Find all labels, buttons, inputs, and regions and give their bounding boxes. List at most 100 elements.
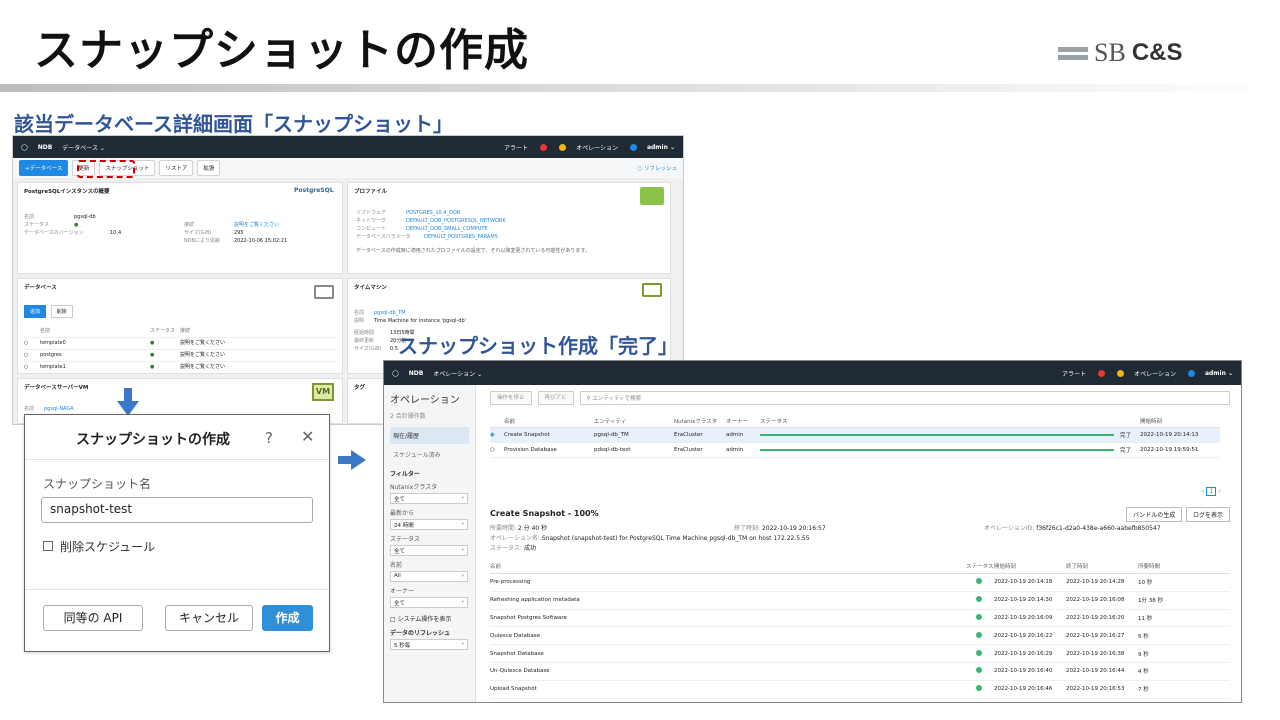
entity-search-input[interactable]: ⚲ エンティティで検索: [579, 391, 1230, 405]
op-cluster: EraCluster: [674, 447, 703, 453]
snapshot-name-input[interactable]: snapshot-test: [41, 497, 313, 523]
sbcs-logo: SB C&S: [1058, 38, 1182, 68]
col-name[interactable]: 名前: [504, 417, 594, 425]
snapshot-highlight-box: [77, 160, 135, 178]
table-row[interactable]: ◉ Create Snapshot pgsql-db_TM EraCluster…: [490, 428, 1220, 443]
tab-extend[interactable]: 拡張: [197, 160, 221, 176]
tab-restore[interactable]: リストア: [159, 160, 194, 176]
filter-name-select[interactable]: All ›: [390, 571, 468, 582]
tm-name-label: 名前: [354, 310, 365, 316]
alert-red-badge[interactable]: [540, 143, 548, 151]
brand: NDB: [37, 143, 53, 151]
ops-badge[interactable]: [629, 143, 637, 151]
ops-label[interactable]: オペレーション: [576, 143, 618, 152]
compute-link[interactable]: DEFAULT_OOB_SMALL_COMPUTE: [406, 225, 488, 233]
success-icon: [976, 649, 982, 656]
logo-bars-icon: [1058, 46, 1088, 60]
tm-last-label: 最終更新: [354, 338, 375, 344]
table-row[interactable]: ○ template1 ● 説明をご覧ください: [24, 362, 336, 373]
alert-yellow-badge[interactable]: [1117, 369, 1125, 377]
stop-op-button[interactable]: 操作を停止: [490, 391, 532, 405]
op-entity: pdsql-db-test: [594, 447, 631, 453]
op-start: 2022-10-19 20:14:13: [1140, 432, 1199, 438]
status-label: ステータス:: [490, 545, 523, 552]
create-button[interactable]: 作成: [262, 605, 313, 631]
postgresql-logo-icon: PostgreSQL: [294, 187, 334, 194]
close-icon[interactable]: ✕: [301, 427, 314, 446]
view-log-button[interactable]: ログを表示: [1186, 507, 1230, 522]
database-server-icon: [314, 285, 334, 299]
nutanix-logo-icon: ◯: [392, 369, 399, 377]
table-row[interactable]: ○ Provision Database pdsql-db-test EraCl…: [490, 443, 1220, 458]
nav-menu[interactable]: データベース ⌄: [62, 143, 105, 152]
param-link[interactable]: DEFAULT_POSTGRES_PARAMS: [424, 233, 498, 241]
slide-title: スナップショットの作成: [34, 25, 529, 76]
chevron-icon: ›: [461, 573, 464, 579]
tm-desc-label: 説明: [354, 318, 365, 324]
software-link[interactable]: POSTGRES_10.4_OOB: [406, 209, 460, 217]
op-cluster: EraCluster: [674, 432, 703, 438]
col-entity[interactable]: エンティティ: [594, 417, 674, 425]
generate-bundle-button[interactable]: バンドルの生成: [1126, 507, 1183, 522]
db-desc: 説明をご覧ください: [180, 364, 226, 370]
sidebar-item-current[interactable]: 現在/履歴: [390, 427, 469, 444]
help-icon[interactable]: ?: [265, 429, 273, 447]
filter-owner-select[interactable]: 全て ›: [390, 597, 468, 608]
summary-card: PostgreSQLインスタンスの概要 PostgreSQL 名前 pgsql-d…: [17, 182, 343, 274]
col-owner[interactable]: オーナー: [726, 417, 760, 425]
name-label: 名前: [24, 214, 35, 220]
col-cluster[interactable]: Nutanixクラスタ: [674, 417, 726, 425]
compute-label: コンピュート: [356, 226, 387, 232]
create-snapshot-dialog: スナップショットの作成 ? ✕ スナップショット名 snapshot-test …: [24, 414, 330, 652]
success-icon: [976, 596, 982, 603]
table-row[interactable]: ○ postgres ● 説明をご覧ください: [24, 350, 336, 362]
col-start[interactable]: 開始時刻: [1140, 417, 1162, 425]
chevron-icon: ›: [461, 599, 464, 605]
cancel-button[interactable]: キャンセル: [165, 605, 253, 631]
network-link[interactable]: DEFAULT_OOB_POSTGRESQL_NETWORK: [406, 217, 506, 225]
col-step-name: 名前: [490, 563, 502, 570]
elapsed-label: 所要時間:: [490, 525, 517, 532]
created-value: 2022-10-06 15:02:21: [234, 238, 288, 244]
radio-icon[interactable]: ○: [490, 447, 504, 453]
filter-time-select[interactable]: 24 時間 ›: [390, 519, 468, 530]
timemachine-icon: [642, 283, 662, 297]
elapsed-value: 2 分 40 秒: [517, 525, 548, 532]
delete-schedule-checkbox[interactable]: [43, 541, 53, 551]
radio-icon[interactable]: ◉: [490, 432, 504, 438]
filter-cluster-select[interactable]: 全て ›: [390, 493, 468, 504]
success-icon: [976, 578, 982, 585]
filter-label: ステータス: [390, 536, 421, 543]
tab-add-database[interactable]: +データベース: [19, 160, 69, 176]
refresh-select[interactable]: 5 秒毎 ›: [390, 639, 468, 650]
alerts-label[interactable]: アラート: [504, 143, 528, 152]
table-row[interactable]: ○ template0 ● 説明をご覧ください: [24, 338, 336, 350]
retry-button[interactable]: 再びアビ: [537, 391, 574, 405]
refresh-link[interactable]: ○ リフレッシュ: [637, 164, 677, 172]
alert-red-badge[interactable]: [1098, 369, 1106, 377]
alerts-label[interactable]: アラート: [1062, 369, 1086, 378]
equivalent-api-button[interactable]: 同等の API: [43, 605, 143, 631]
sidebar-item-scheduled[interactable]: スケジュール済み: [390, 446, 469, 463]
ops-badge[interactable]: [1187, 369, 1195, 377]
filter-status-select[interactable]: 全て ›: [390, 545, 468, 556]
system-ops-checkbox[interactable]: □ システム操作を表示: [390, 614, 469, 623]
tm-name-link[interactable]: pgsql-db_TM: [374, 309, 406, 317]
user-menu[interactable]: admin ⌄: [1205, 370, 1233, 377]
col-status[interactable]: ステータス: [760, 417, 1140, 425]
nav-menu[interactable]: オペレーション ⌄: [433, 369, 482, 378]
add-db-button[interactable]: 追加: [24, 305, 47, 318]
delete-db-button[interactable]: 削除: [50, 305, 73, 318]
size-label: サイズ(GiB): [184, 230, 212, 236]
db-name: postgres: [40, 352, 62, 358]
alert-yellow-badge[interactable]: [559, 143, 567, 151]
chevron-icon: ›: [461, 641, 464, 647]
ops-label[interactable]: オペレーション: [1134, 369, 1176, 378]
server-name-link[interactable]: pgsql-NAGA: [44, 405, 74, 413]
ops-table-header: 名前 エンティティ Nutanixクラスタ オーナー ステータス 開始時刻: [490, 415, 1220, 428]
desc-value[interactable]: 説明をご覧ください: [234, 221, 279, 229]
op-status: 完了: [1120, 433, 1132, 439]
dialog-title: スナップショットの作成: [76, 432, 230, 448]
user-menu[interactable]: admin ⌄: [647, 144, 675, 151]
page-number[interactable]: 1: [1206, 487, 1217, 496]
